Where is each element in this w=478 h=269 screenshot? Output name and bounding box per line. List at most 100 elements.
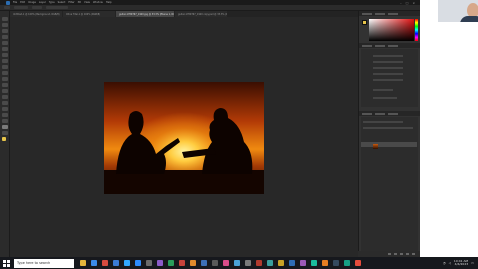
mask-icon[interactable]	[400, 253, 403, 255]
type-tool-icon[interactable]	[2, 107, 8, 111]
layer-filter[interactable]	[363, 121, 403, 123]
tab-channels[interactable]	[375, 112, 385, 115]
app-icon[interactable]	[212, 260, 218, 266]
app-icon[interactable]	[355, 260, 361, 266]
mail-icon[interactable]	[113, 260, 119, 266]
taskbar: Type here to search ◔ ◁ 10:41 AM 4/4/202…	[0, 257, 478, 269]
menu-layer[interactable]: Layer	[39, 1, 46, 4]
edge-icon[interactable]	[91, 260, 97, 266]
taskbar-search[interactable]: Type here to search	[14, 258, 74, 268]
wifi-icon[interactable]: ◔	[443, 261, 446, 265]
dodge-tool-icon[interactable]	[2, 95, 8, 99]
app-icon[interactable]	[201, 260, 207, 266]
clock[interactable]: 10:41 AM 4/4/2023	[454, 259, 468, 267]
eraser-tool-icon[interactable]	[2, 77, 8, 81]
property-field[interactable]	[373, 67, 403, 69]
blur-tool-icon[interactable]	[2, 89, 8, 93]
app-icon[interactable]	[157, 260, 163, 266]
photoshop-taskbar-icon[interactable]	[124, 260, 130, 266]
menu-view[interactable]: View	[84, 1, 90, 4]
app-icon[interactable]	[234, 260, 240, 266]
option-control[interactable]	[14, 6, 28, 9]
foreground-color-swatch[interactable]	[362, 20, 367, 25]
move-tool-icon[interactable]	[2, 17, 8, 21]
menu-window[interactable]: Window	[93, 1, 103, 4]
tab-libraries[interactable]	[388, 44, 398, 47]
blend-mode-select[interactable]	[363, 127, 413, 129]
menu-image[interactable]: Image	[28, 1, 36, 4]
layer-row[interactable]	[361, 142, 417, 147]
menu-select[interactable]: Select	[58, 1, 66, 4]
tool-preset-picker[interactable]	[4, 6, 10, 9]
property-field[interactable]	[373, 97, 397, 99]
app-icon[interactable]	[256, 260, 262, 266]
clone-stamp-tool-icon[interactable]	[2, 65, 8, 69]
lasso-tool-icon[interactable]	[2, 29, 8, 33]
app-icon[interactable]	[223, 260, 229, 266]
document-image[interactable]	[104, 82, 264, 194]
close-icon[interactable]: ×	[412, 1, 415, 5]
option-control[interactable]	[32, 6, 42, 9]
minimize-icon[interactable]: –	[400, 1, 402, 5]
app-icon[interactable]	[344, 260, 350, 266]
option-control[interactable]	[46, 6, 68, 9]
chrome-icon[interactable]	[102, 260, 108, 266]
new-layer-icon[interactable]	[406, 253, 409, 255]
brush-tool-icon[interactable]	[2, 59, 8, 63]
property-field[interactable]	[373, 61, 403, 63]
menu-edit[interactable]: Edit	[20, 1, 25, 4]
marquee-tool-icon[interactable]	[2, 23, 8, 27]
zoom-tool-icon[interactable]	[2, 131, 8, 135]
tab-layers[interactable]	[362, 112, 372, 115]
menu-filter[interactable]: Filter	[68, 1, 74, 4]
hand-tool-icon[interactable]	[2, 125, 8, 129]
property-field[interactable]	[373, 55, 403, 57]
shape-tool-icon[interactable]	[2, 119, 8, 123]
hue-slider[interactable]	[415, 19, 418, 41]
tab-adjustments[interactable]	[375, 44, 385, 47]
app-icon[interactable]	[289, 260, 295, 266]
app-icon[interactable]	[245, 260, 251, 266]
pen-tool-icon[interactable]	[2, 101, 8, 105]
property-field[interactable]	[373, 79, 403, 81]
healing-brush-tool-icon[interactable]	[2, 53, 8, 57]
zoom-icon[interactable]	[135, 260, 141, 266]
link-icon[interactable]	[388, 253, 391, 255]
app-icon[interactable]	[146, 260, 152, 266]
maximize-icon[interactable]: □	[406, 1, 409, 5]
tab-paths[interactable]	[388, 112, 398, 115]
fx-icon[interactable]	[394, 253, 397, 255]
menu-help[interactable]: Help	[106, 1, 112, 4]
color-picker-field[interactable]	[369, 19, 414, 41]
gradient-tool-icon[interactable]	[2, 83, 8, 87]
tab-gradients[interactable]	[388, 12, 398, 15]
foreground-color-swatch[interactable]	[2, 137, 6, 141]
app-icon[interactable]	[311, 260, 317, 266]
property-field[interactable]	[373, 89, 393, 91]
app-icon[interactable]	[168, 260, 174, 266]
eyedropper-tool-icon[interactable]	[2, 47, 8, 51]
crop-tool-icon[interactable]	[2, 41, 8, 45]
history-brush-tool-icon[interactable]	[2, 71, 8, 75]
path-select-tool-icon[interactable]	[2, 113, 8, 117]
app-icon[interactable]	[300, 260, 306, 266]
tab-properties[interactable]	[362, 44, 372, 47]
app-icon[interactable]	[267, 260, 273, 266]
tab-swatches[interactable]	[375, 12, 385, 15]
volume-icon[interactable]: ◁	[449, 261, 451, 265]
app-icon[interactable]	[278, 260, 284, 266]
menu-3d[interactable]: 3D	[78, 1, 82, 4]
notifications-icon[interactable]: ▭	[471, 261, 474, 265]
app-icon[interactable]	[333, 260, 339, 266]
app-icon[interactable]	[179, 260, 185, 266]
menu-file[interactable]: File	[13, 1, 17, 4]
file-explorer-icon[interactable]	[80, 260, 86, 266]
app-icon[interactable]	[322, 260, 328, 266]
tab-color[interactable]	[362, 12, 372, 15]
menu-type[interactable]: Type	[49, 1, 55, 4]
app-icon[interactable]	[190, 260, 196, 266]
windows-start-icon[interactable]	[3, 259, 10, 267]
trash-icon[interactable]	[412, 253, 415, 255]
quick-select-tool-icon[interactable]	[2, 35, 8, 39]
property-field[interactable]	[373, 73, 403, 75]
